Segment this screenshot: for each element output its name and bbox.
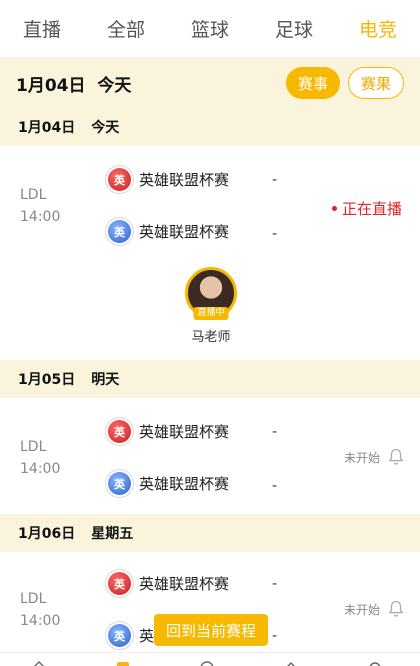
bell-icon[interactable]: [388, 448, 404, 466]
team-away: 英 英雄联盟杯赛: [108, 220, 229, 243]
league-info: LDL 14:00: [20, 588, 60, 632]
status-text: 正在直播: [341, 200, 402, 218]
team-name: 英雄联盟杯赛: [139, 223, 230, 241]
back-to-current-button[interactable]: 回到当前赛程: [154, 614, 268, 646]
live-icon[interactable]: [200, 659, 214, 666]
live-dot-icon: [331, 206, 337, 211]
league-info: LDL 14:00: [20, 184, 60, 228]
section-header-jan04: 1月04日 今天: [0, 108, 420, 146]
day-text: 今天: [97, 75, 132, 96]
team-home: 英 英雄联盟杯赛: [108, 420, 229, 443]
team-name: 英雄联盟杯赛: [139, 171, 230, 189]
profile-icon[interactable]: [368, 659, 382, 666]
section-day: 明天: [91, 372, 120, 388]
team-logo-icon: 英: [108, 168, 131, 191]
match-time: 14:00: [20, 209, 61, 225]
team-away: 英 英雄联盟杯赛: [108, 472, 229, 495]
tab-live[interactable]: 直播: [0, 15, 84, 42]
section-day: 星期五: [91, 526, 134, 542]
team-name: 英雄联盟杯赛: [139, 423, 230, 441]
tab-basketball[interactable]: 篮球: [168, 15, 252, 42]
bottom-tab-bar: [0, 652, 420, 666]
match-time: 14:00: [20, 461, 61, 477]
tab-all[interactable]: 全部: [84, 15, 168, 42]
score-away: -: [272, 628, 278, 644]
league-name: LDL: [20, 187, 47, 203]
match-status: 未开始: [344, 600, 404, 618]
section-date: 1月06日: [18, 526, 76, 542]
date-header: 1月04日 今天 赛事 赛果: [0, 58, 420, 108]
home-icon[interactable]: [32, 659, 46, 666]
team-home: 英 英雄联盟杯赛: [108, 168, 229, 191]
score-home: -: [272, 576, 278, 592]
section-day: 今天: [91, 120, 120, 136]
tab-esports[interactable]: 电竞: [336, 15, 420, 42]
score-away: -: [272, 478, 278, 494]
section-header-jan05: 1月05日 明天: [0, 360, 420, 398]
status-text: 未开始: [343, 450, 380, 465]
team-logo-icon: 英: [108, 472, 131, 495]
score-home: -: [272, 172, 278, 188]
current-date: 1月04日 今天: [16, 71, 286, 96]
match-card[interactable]: LDL 14:00 英 英雄联盟杯赛 - 英 英雄联盟杯赛 - 未开始: [0, 398, 420, 514]
league-name: LDL: [20, 591, 47, 607]
team-name: 英雄联盟杯赛: [139, 475, 230, 493]
team-name: 英雄联盟杯赛: [139, 575, 230, 593]
section-header-jan06: 1月06日 星期五: [0, 514, 420, 552]
team-logo-icon: 英: [108, 624, 131, 647]
community-icon[interactable]: [284, 659, 298, 666]
match-status: 未开始: [344, 448, 404, 466]
streamer-name: 马老师: [191, 330, 231, 345]
results-filter-button[interactable]: 赛果: [347, 67, 404, 99]
streamer-avatar[interactable]: 直播中: [185, 267, 237, 320]
team-away: 英 英: [108, 624, 154, 647]
live-tag: 直播中: [193, 307, 229, 320]
team-home: 英 英雄联盟杯赛: [108, 572, 229, 595]
team-logo-icon: 英: [108, 420, 131, 443]
match-time: 14:00: [20, 613, 61, 629]
schedule-icon[interactable]: [116, 659, 130, 666]
category-tabs: 直播 全部 篮球 足球 电竞: [0, 0, 420, 58]
score-away: -: [272, 226, 278, 242]
section-date: 1月04日: [18, 120, 76, 136]
streamer-entry[interactable]: 直播中 马老师: [185, 267, 237, 345]
league-name: LDL: [20, 439, 47, 455]
tab-football[interactable]: 足球: [252, 15, 336, 42]
events-filter-button[interactable]: 赛事: [285, 67, 340, 99]
team-logo-icon: 英: [108, 220, 131, 243]
bell-icon[interactable]: [388, 600, 404, 618]
status-text: 未开始: [343, 602, 380, 617]
section-date: 1月05日: [18, 372, 76, 388]
score-home: -: [272, 424, 278, 440]
team-logo-icon: 英: [108, 572, 131, 595]
live-status[interactable]: 正在直播: [331, 198, 402, 219]
date-text: 1月04日: [16, 75, 86, 96]
team-name: 英: [139, 627, 155, 645]
league-info: LDL 14:00: [20, 436, 60, 480]
